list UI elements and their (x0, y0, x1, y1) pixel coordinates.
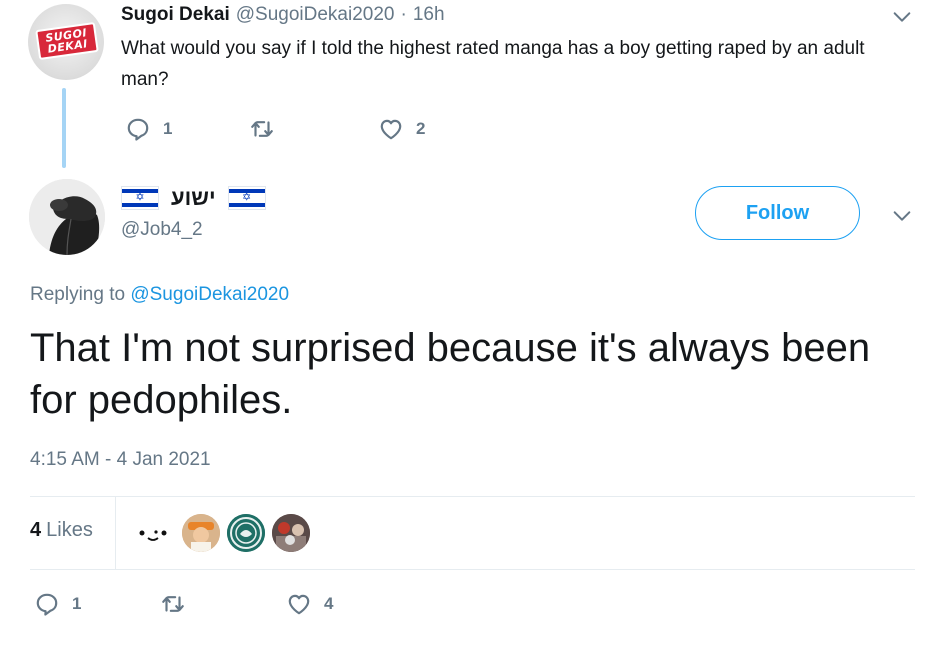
retweet-icon (251, 121, 273, 137)
parent-like-count: 2 (416, 119, 426, 138)
chevron-down-icon[interactable] (891, 205, 913, 227)
retweet-icon (162, 596, 184, 612)
parent-reply-count: 1 (163, 119, 173, 138)
reply-icon (127, 118, 149, 141)
replying-to-link[interactable]: @SugoiDekai2020 (130, 284, 289, 305)
divider (30, 569, 915, 570)
thread-line (62, 88, 66, 168)
parent-display-name[interactable]: Sugoi Dekai (121, 4, 230, 26)
liker-avatar[interactable] (272, 514, 310, 552)
parent-retweet-button[interactable] (249, 116, 275, 142)
parent-handle[interactable]: @SugoiDekai2020 (236, 4, 395, 26)
main-avatar[interactable] (29, 179, 105, 255)
like-icon (288, 594, 310, 615)
main-name-row[interactable]: ✡ ישוע ✡ (121, 183, 266, 213)
likes-stat[interactable]: 4 Likes (30, 519, 93, 542)
follow-button[interactable]: Follow (695, 186, 860, 240)
parent-like-button[interactable]: 2 (378, 116, 425, 142)
chevron-down-icon[interactable] (891, 6, 913, 28)
replying-prefix: Replying to (30, 284, 126, 305)
main-reply-count: 1 (72, 594, 82, 613)
main-retweet-button[interactable] (160, 591, 186, 617)
reply-icon (36, 593, 58, 616)
main-display-name[interactable]: ישוע (171, 185, 216, 211)
liker-avatar[interactable] (134, 514, 172, 552)
parent-tweet-text: What would you say if I told the highest… (121, 38, 865, 90)
parent-reply-button[interactable]: 1 (125, 116, 172, 142)
like-icon (380, 119, 402, 140)
sugoi-dekai-logo: SUGOI DEKAI (35, 21, 99, 61)
likes-label: Likes (46, 519, 93, 541)
israel-flag-icon: ✡ (227, 186, 266, 210)
main-handle[interactable]: @Job4_2 (121, 219, 203, 241)
main-like-button[interactable]: 4 (286, 591, 333, 617)
likes-count: 4 (30, 519, 42, 541)
liker-avatar[interactable] (182, 514, 220, 552)
parent-avatar[interactable]: SUGOI DEKAI (28, 4, 104, 80)
main-like-count: 4 (324, 594, 334, 613)
liker-avatar[interactable] (227, 514, 265, 552)
parent-tweet-header: Sugoi Dekai @SugoiDekai2020 · 16h (121, 4, 445, 28)
divider (30, 496, 915, 497)
main-timestamp[interactable]: 4:15 AM - 4 Jan 2021 (30, 449, 211, 471)
israel-flag-icon: ✡ (121, 186, 159, 210)
main-reply-button[interactable]: 1 (34, 591, 81, 617)
separator-dot: · (400, 4, 407, 25)
parent-timestamp[interactable]: 16h (413, 4, 445, 26)
divider-vertical (115, 497, 116, 569)
avatar-image (29, 179, 105, 255)
main-tweet-text: That I'm not surprised because it's alwa… (30, 326, 871, 422)
replying-to: Replying to @SugoiDekai2020 (30, 284, 289, 306)
